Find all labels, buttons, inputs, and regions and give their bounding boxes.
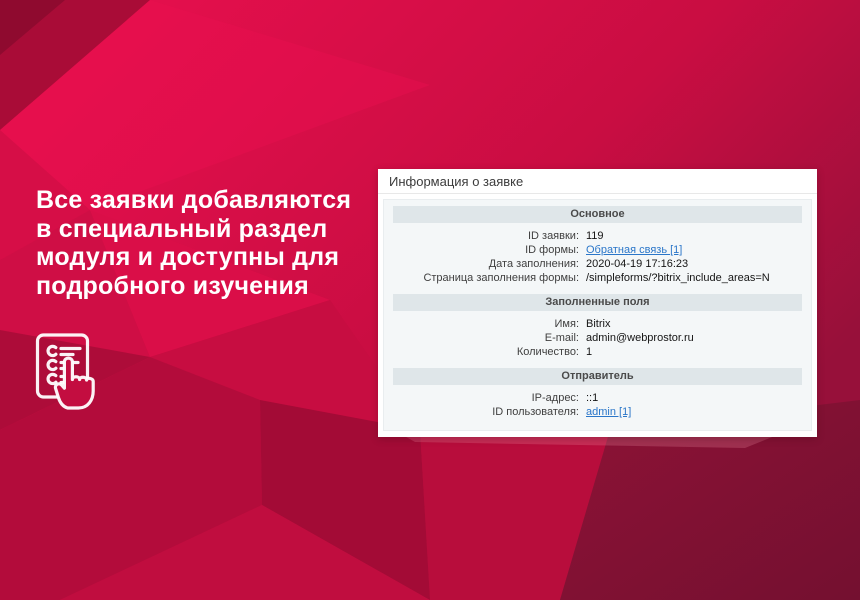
info-row: Имя: Bitrix (393, 317, 802, 331)
section-header-main: Основное (393, 206, 802, 223)
form-view-area: Основное ID заявки: 119 ID формы: Обратн… (383, 199, 812, 431)
row-label: E-mail: (393, 331, 586, 345)
panel-body: Основное ID заявки: 119 ID формы: Обратн… (378, 194, 817, 437)
info-row: Страница заполнения формы: /simpleforms/… (393, 271, 802, 285)
info-row: E-mail: admin@webprostor.ru (393, 331, 802, 345)
hero-line: модуля и доступны для (36, 243, 351, 272)
info-row: ID заявки: 119 (393, 229, 802, 243)
row-value: 119 (586, 229, 604, 243)
info-row: IP-адрес: ::1 (393, 391, 802, 405)
section-header-sender: Отправитель (393, 368, 802, 385)
row-label: Имя: (393, 317, 586, 331)
row-value: admin@webprostor.ru (586, 331, 694, 345)
hero-line: подробного изучения (36, 272, 351, 301)
row-label: ID пользователя: (393, 405, 586, 419)
info-row: ID пользователя: admin [1] (393, 405, 802, 419)
section-header-fields: Заполненные поля (393, 294, 802, 311)
bullet-2 (48, 360, 56, 369)
bullet-3 (48, 374, 56, 383)
row-label: Страница заполнения формы: (393, 271, 586, 285)
row-label: Дата заполнения: (393, 257, 586, 271)
request-info-panel: Информация о заявке Основное ID заявки: … (378, 169, 817, 437)
hero-line: в специальный раздел (36, 215, 351, 244)
hero-line: Все заявки добавляются (36, 186, 351, 215)
user-link[interactable]: admin [1] (586, 405, 631, 419)
hero-headline: Все заявки добавляются в специальный раз… (36, 186, 351, 300)
row-value: /simpleforms/?bitrix_include_areas=N (586, 271, 770, 285)
form-link[interactable]: Обратная связь [1] (586, 243, 682, 257)
panel-title: Информация о заявке (378, 169, 817, 194)
list-lines-1 (61, 349, 80, 355)
row-label: ID заявки: (393, 229, 586, 243)
row-value: ::1 (586, 391, 598, 405)
info-row: Дата заполнения: 2020-04-19 17:16:23 (393, 257, 802, 271)
row-label: IP-адрес: (393, 391, 586, 405)
row-value: 2020-04-19 17:16:23 (586, 257, 688, 271)
row-value: Bitrix (586, 317, 610, 331)
row-value: 1 (586, 345, 592, 359)
row-label: ID формы: (393, 243, 586, 257)
info-row: ID формы: Обратная связь [1] (393, 243, 802, 257)
row-label: Количество: (393, 345, 586, 359)
info-row: Количество: 1 (393, 345, 802, 359)
bullet-1 (48, 346, 56, 355)
checklist-tap-icon (33, 331, 105, 412)
